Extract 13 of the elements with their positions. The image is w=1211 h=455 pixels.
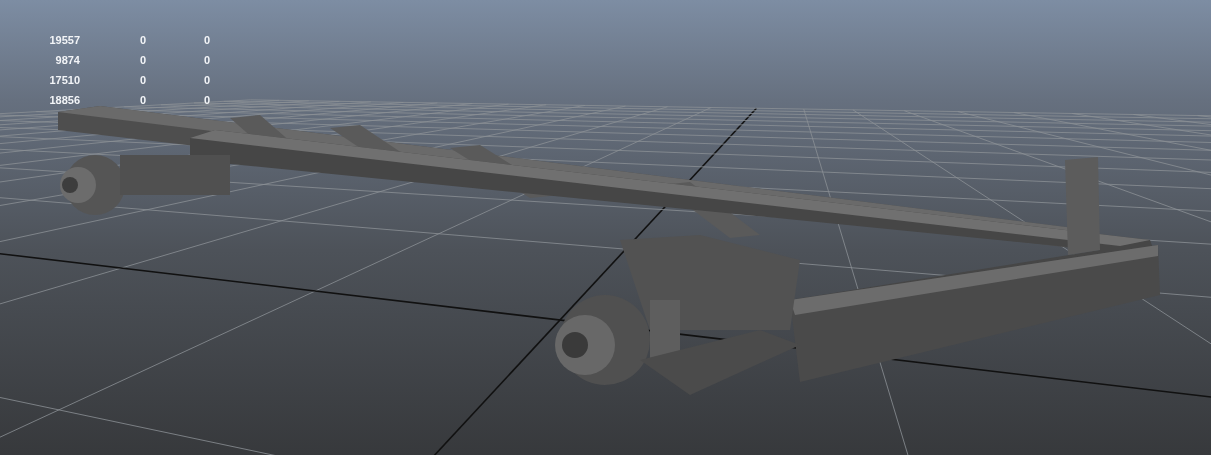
- stat-value: 17510: [48, 73, 80, 87]
- stat-value: 0: [138, 73, 146, 87]
- stat-value: 0: [138, 33, 146, 47]
- stat-value: 0: [138, 53, 146, 67]
- stat-value: 0: [202, 93, 210, 107]
- stat-value: 0: [202, 33, 210, 47]
- stat-value: 9874: [54, 53, 80, 67]
- stat-value: 0: [202, 73, 210, 87]
- stat-value: 19557: [48, 33, 80, 47]
- stat-value: 0: [202, 53, 210, 67]
- stat-value: 0: [138, 93, 146, 107]
- stat-value: 18856: [48, 93, 80, 107]
- 3d-viewport[interactable]: 19557 0 0 9874 0 0 17510 0 0 18856 0 0: [0, 0, 1211, 455]
